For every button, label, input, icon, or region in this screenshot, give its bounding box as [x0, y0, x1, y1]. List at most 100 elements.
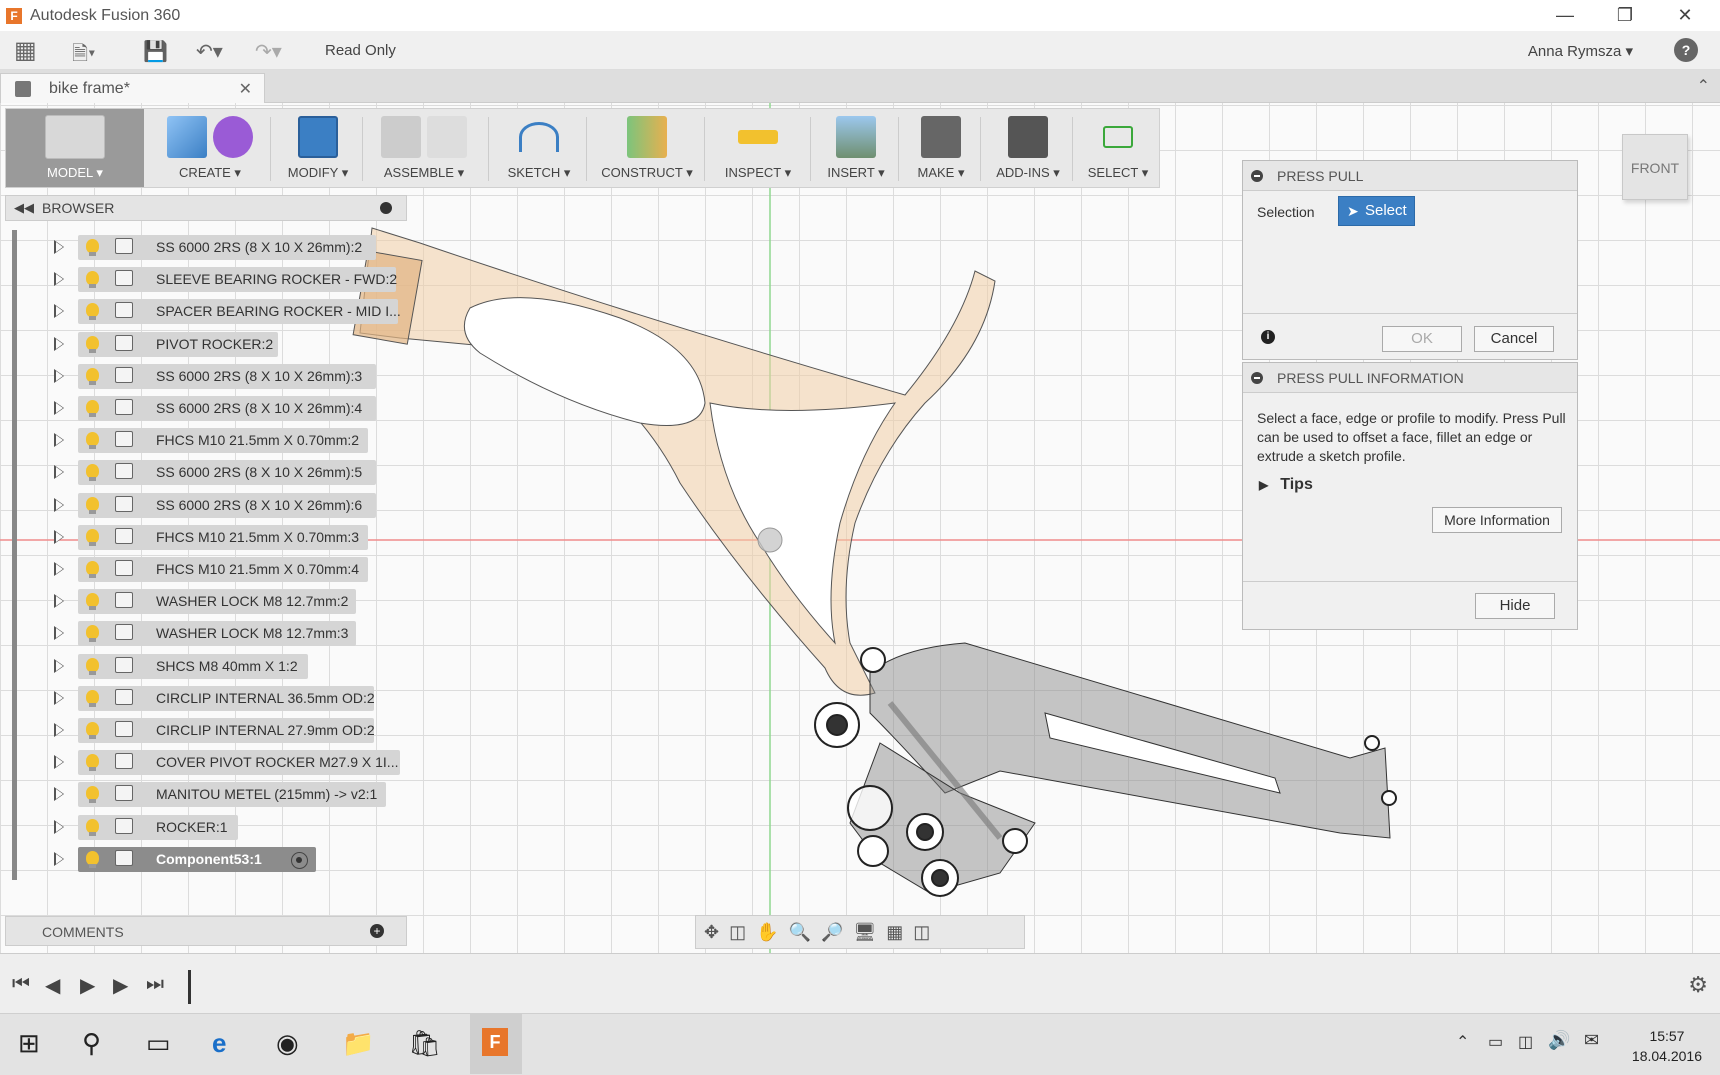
tips-toggle[interactable]: ▶ Tips — [1259, 476, 1313, 494]
visibility-bulb-icon[interactable] — [86, 754, 99, 772]
go-to-end-icon[interactable]: ⏭ — [146, 973, 164, 996]
edge-browser-icon[interactable]: e — [212, 1028, 226, 1059]
close-tab-icon[interactable]: ✕ — [239, 79, 252, 99]
visibility-bulb-icon[interactable] — [86, 625, 99, 643]
hide-button[interactable]: Hide — [1475, 593, 1555, 619]
visibility-bulb-icon[interactable] — [86, 818, 99, 836]
help-icon[interactable]: ? — [1674, 38, 1698, 62]
expand-arrow-icon[interactable] — [54, 433, 64, 448]
browser-item[interactable]: FHCS M10 21.5mm X 0.70mm:4 — [0, 555, 420, 583]
network-icon[interactable]: ◫ — [1518, 1032, 1533, 1052]
dialog-collapse-icon[interactable] — [1251, 169, 1263, 182]
expand-arrow-icon[interactable] — [54, 368, 64, 383]
tray-chevron-icon[interactable]: ⌃ — [1456, 1032, 1469, 1052]
expand-arrow-icon[interactable] — [54, 626, 64, 641]
select-button[interactable]: ➤ Select — [1338, 196, 1415, 226]
visibility-bulb-icon[interactable] — [86, 722, 99, 739]
add-ins-menu[interactable]: ADD-INS ▾ — [986, 109, 1070, 187]
play-icon[interactable]: ▶ — [113, 973, 128, 998]
model-workspace-button[interactable]: MODEL ▾ — [6, 109, 144, 187]
data-panel-grid-icon[interactable]: ▦ — [14, 36, 37, 65]
redo-icon[interactable]: ↷▾ — [255, 39, 282, 64]
step-back-icon[interactable]: ◀ — [45, 973, 60, 998]
assemble-menu[interactable]: ASSEMBLE ▾ — [368, 109, 480, 187]
expand-arrow-icon[interactable] — [54, 658, 64, 673]
visibility-bulb-icon[interactable] — [86, 689, 99, 707]
expand-arrow-icon[interactable] — [54, 497, 64, 512]
visibility-bulb-icon[interactable] — [86, 400, 99, 417]
inspect-menu[interactable]: INSPECT ▾ — [710, 109, 806, 187]
insert-menu[interactable]: INSERT ▾ — [816, 109, 896, 187]
info-icon[interactable]: i — [1261, 330, 1275, 344]
expand-arrow-icon[interactable] — [54, 755, 64, 770]
browser-item[interactable]: SS 6000 2RS (8 X 10 X 26mm):4 — [0, 394, 420, 422]
construct-menu[interactable]: CONSTRUCT ▾ — [592, 109, 702, 187]
expand-arrow-icon[interactable] — [54, 562, 64, 576]
visibility-bulb-icon[interactable] — [86, 561, 99, 578]
browser-item[interactable]: SPACER BEARING ROCKER - MID I... — [0, 297, 420, 325]
view-cube[interactable]: FRONT — [1622, 134, 1688, 200]
grid-settings-icon[interactable]: ▦ — [886, 922, 903, 943]
task-view-icon[interactable]: ▭ — [146, 1028, 171, 1059]
sketch-menu[interactable]: SKETCH ▾ — [496, 109, 582, 187]
look-at-icon[interactable]: ◫ — [729, 922, 746, 943]
minimize-button[interactable]: — — [1535, 0, 1595, 31]
store-icon[interactable]: 🛍 — [408, 1028, 441, 1059]
browser-item[interactable]: SS 6000 2RS (8 X 10 X 26mm):6 — [0, 491, 420, 519]
browser-item[interactable]: MANITOU METEL (215mm) -> v2:1 — [0, 780, 420, 808]
expand-arrow-icon[interactable] — [54, 690, 64, 705]
expand-arrow-icon[interactable] — [54, 304, 64, 319]
browser-minimize-icon[interactable] — [380, 202, 392, 214]
select-menu[interactable]: SELECT ▾ — [1078, 109, 1158, 187]
notifications-icon[interactable]: ✉ — [1584, 1030, 1599, 1051]
browser-item[interactable]: ROCKER:1 — [0, 813, 420, 841]
collapse-browser-icon[interactable]: ◀◀ — [14, 200, 34, 216]
expand-arrow-icon[interactable] — [54, 465, 64, 480]
zoom-icon[interactable]: 🔍 — [789, 922, 811, 943]
viewports-icon[interactable]: ◫ — [913, 922, 930, 943]
browser-item[interactable]: SLEEVE BEARING ROCKER - FWD:2 — [0, 265, 420, 293]
add-comment-icon[interactable]: + — [370, 924, 384, 938]
visibility-bulb-icon[interactable] — [86, 367, 99, 385]
expand-arrow-icon[interactable] — [54, 529, 64, 544]
browser-item[interactable]: SS 6000 2RS (8 X 10 X 26mm):5 — [0, 458, 420, 486]
expand-arrow-icon[interactable] — [54, 336, 64, 351]
expand-arrow-icon[interactable] — [54, 240, 64, 254]
battery-icon[interactable]: ▭ — [1488, 1032, 1503, 1052]
close-window-button[interactable]: ✕ — [1655, 0, 1715, 31]
more-information-button[interactable]: More Information — [1432, 507, 1562, 533]
step-forward-icon[interactable]: ▶ — [80, 973, 95, 998]
orbit-icon[interactable]: ✥ — [704, 922, 719, 943]
expand-arrow-icon[interactable] — [54, 594, 64, 609]
expand-arrow-icon[interactable] — [54, 819, 64, 834]
expand-arrow-icon[interactable] — [54, 272, 64, 287]
pan-icon[interactable]: ✋ — [756, 922, 778, 943]
visibility-bulb-icon[interactable] — [86, 528, 99, 546]
expand-arrow-icon[interactable] — [54, 723, 64, 737]
fusion-taskbar-button[interactable]: F — [470, 1014, 522, 1074]
cancel-button[interactable]: Cancel — [1474, 326, 1554, 352]
browser-item[interactable]: WASHER LOCK M8 12.7mm:3 — [0, 619, 420, 647]
browser-item[interactable]: SS 6000 2RS (8 X 10 X 26mm):3 — [0, 362, 420, 390]
collapse-toolbar-icon[interactable]: ⌃ — [1697, 76, 1710, 96]
activate-component-radio[interactable] — [291, 852, 308, 869]
save-icon[interactable]: 💾 — [143, 39, 168, 64]
create-menu[interactable]: CREATE ▾ — [152, 109, 268, 187]
visibility-bulb-icon[interactable] — [86, 239, 99, 256]
info-collapse-icon[interactable] — [1251, 371, 1263, 384]
browser-item[interactable]: SHCS M8 40mm X 1:2 — [0, 652, 420, 680]
modify-menu[interactable]: MODIFY ▾ — [278, 109, 358, 187]
visibility-bulb-icon[interactable] — [86, 657, 99, 675]
visibility-bulb-icon[interactable] — [86, 496, 99, 514]
expand-arrow-icon[interactable] — [54, 401, 64, 415]
display-settings-icon[interactable]: 🖥 — [853, 922, 876, 943]
file-explorer-icon[interactable]: 📁 — [342, 1028, 374, 1059]
browser-item[interactable]: COVER PIVOT ROCKER M27.9 X 1I... — [0, 748, 420, 776]
browser-header[interactable]: ◀◀ BROWSER — [5, 195, 407, 221]
visibility-bulb-icon[interactable] — [86, 464, 99, 482]
browser-item[interactable]: CIRCLIP INTERNAL 36.5mm OD:2 — [0, 684, 420, 712]
go-to-start-icon[interactable]: ⏮ — [12, 973, 30, 996]
make-menu[interactable]: MAKE ▾ — [904, 109, 978, 187]
expand-arrow-icon[interactable] — [54, 851, 64, 866]
visibility-bulb-icon[interactable] — [86, 303, 99, 321]
